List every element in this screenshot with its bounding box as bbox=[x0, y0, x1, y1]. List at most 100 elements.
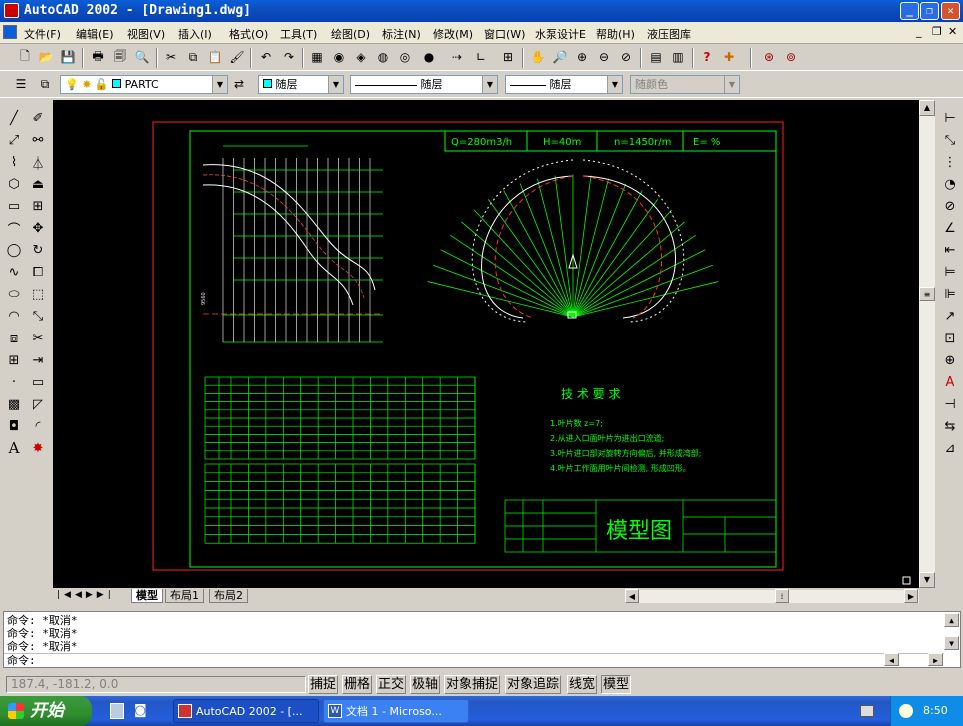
make-block-icon[interactable]: ⊞ bbox=[4, 350, 24, 370]
snap-toggle[interactable]: 捕捉 bbox=[308, 675, 339, 694]
help-icon[interactable]: ? bbox=[698, 48, 716, 66]
circle-icon[interactable]: ◯ bbox=[4, 240, 24, 260]
angular-dimension-icon[interactable]: ∠ bbox=[940, 218, 960, 238]
menu-edit[interactable]: 编辑(E) bbox=[76, 26, 114, 42]
menu-file[interactable]: 文件(F) bbox=[24, 26, 61, 42]
insert-block-icon[interactable]: ⧈ bbox=[4, 328, 24, 348]
color-dropdown[interactable]: 随层 ▼ bbox=[258, 75, 344, 94]
erase-icon[interactable]: ✐ bbox=[28, 108, 48, 128]
keyboard-tray-icon[interactable] bbox=[860, 705, 874, 717]
offset-icon[interactable]: ⏏ bbox=[28, 174, 48, 194]
show-desktop-icon[interactable] bbox=[110, 703, 124, 719]
menu-dimension[interactable]: 标注(N) bbox=[382, 26, 421, 42]
menu-hydraulic-library[interactable]: 液压图库 bbox=[647, 26, 691, 42]
taskbar-task-word[interactable]: W 文档 1 - Microso... bbox=[323, 699, 469, 723]
taskbar-task-autocad[interactable]: AutoCAD 2002 - [... bbox=[173, 699, 319, 723]
make-layer-current-icon[interactable]: ⧉ bbox=[36, 75, 54, 93]
dimension-update-icon[interactable]: ⇆ bbox=[940, 416, 960, 436]
ortho-toggle[interactable]: 正交 bbox=[376, 675, 407, 694]
hscroll-thumb[interactable]: ⁞ bbox=[775, 589, 789, 603]
osnap-toggle[interactable]: 对象捕捉 bbox=[444, 675, 501, 694]
move-icon[interactable]: ✥ bbox=[28, 218, 48, 238]
break-icon[interactable]: ▭ bbox=[28, 372, 48, 392]
publish-icon[interactable]: 🔍 bbox=[133, 48, 151, 66]
rotate-icon[interactable]: ↻ bbox=[28, 240, 48, 260]
design-center-icon[interactable]: ▤ bbox=[647, 48, 665, 66]
extend-icon[interactable]: ⇥ bbox=[28, 350, 48, 370]
cmd-hscroll-right-button[interactable]: ▶ bbox=[928, 653, 943, 666]
model-space-toggle[interactable]: 模型 bbox=[601, 675, 632, 694]
paste-icon[interactable]: 📋 bbox=[206, 48, 224, 66]
lengthen-icon[interactable]: ⤡ bbox=[28, 306, 48, 326]
baseline-dimension-icon[interactable]: ⊨ bbox=[940, 262, 960, 282]
tab-navigation-arrows[interactable]: |◀◀▶▶| bbox=[57, 590, 115, 600]
save-icon[interactable]: 💾 bbox=[59, 48, 77, 66]
aligned-dimension-icon[interactable]: ⤡ bbox=[940, 130, 960, 150]
tool-palette-icon[interactable]: ▥ bbox=[669, 48, 687, 66]
line-icon[interactable]: ╱ bbox=[4, 108, 24, 128]
doc-restore-button[interactable]: ❐ bbox=[932, 25, 942, 38]
menu-format[interactable]: 格式(O) bbox=[229, 26, 268, 42]
dimension-edit-icon[interactable]: A bbox=[940, 372, 960, 392]
plotstyle-dropdown[interactable]: 随颜色 ▼ bbox=[630, 75, 740, 94]
osnap-icon[interactable]: ◈ bbox=[352, 48, 370, 66]
print-preview-icon[interactable]: 🗐 bbox=[111, 48, 129, 66]
pan-icon[interactable]: ✋ bbox=[529, 48, 547, 66]
lineweight-toggle[interactable]: 线宽 bbox=[567, 675, 598, 694]
tab-layout1[interactable]: 布局1 bbox=[165, 589, 204, 603]
orbit-icon[interactable]: ⊛ bbox=[760, 48, 778, 66]
tab-layout2[interactable]: 布局2 bbox=[209, 589, 248, 603]
area-icon[interactable]: ◎ bbox=[396, 48, 414, 66]
menu-tools[interactable]: 工具(T) bbox=[280, 26, 317, 42]
document-icon[interactable] bbox=[3, 25, 17, 39]
open-file-icon[interactable]: 📂 bbox=[37, 48, 55, 66]
chamfer-icon[interactable]: ◸ bbox=[28, 394, 48, 414]
arc-icon[interactable]: ⌒ bbox=[4, 218, 24, 238]
volume-tray-icon[interactable] bbox=[899, 704, 913, 718]
grid-toggle[interactable]: 栅格 bbox=[342, 675, 373, 694]
scale-icon[interactable]: ⧠ bbox=[28, 262, 48, 282]
rectangle-icon[interactable]: ▭ bbox=[4, 196, 24, 216]
array-icon[interactable]: ⊞ bbox=[28, 196, 48, 216]
layer-manager-icon[interactable]: ☰ bbox=[12, 75, 30, 93]
zoom-extents-icon[interactable]: ⊘ bbox=[617, 48, 635, 66]
new-file-icon[interactable]: 🗋 bbox=[16, 48, 34, 66]
polyline-icon[interactable]: ⌇ bbox=[4, 152, 24, 172]
explode-icon[interactable]: ✸ bbox=[28, 438, 48, 458]
scroll-up-button[interactable]: ▲ bbox=[919, 100, 935, 116]
quick-dimension-icon[interactable]: ⇤ bbox=[940, 240, 960, 260]
cut-icon[interactable]: ✂ bbox=[162, 48, 180, 66]
list-icon[interactable]: ● bbox=[420, 48, 438, 66]
render-icon[interactable]: ⊚ bbox=[782, 48, 800, 66]
dimension-style-icon[interactable]: ⊿ bbox=[940, 438, 960, 458]
polar-toggle[interactable]: 极轴 bbox=[410, 675, 441, 694]
menu-pump-design[interactable]: 水泵设计E bbox=[535, 26, 586, 42]
quick-launch-icon[interactable]: ◙ bbox=[134, 703, 150, 719]
zoom-realtime-icon[interactable]: 🔎 bbox=[551, 48, 569, 66]
match-properties-icon[interactable]: 🖌 bbox=[228, 48, 246, 66]
minimize-button[interactable]: _ bbox=[900, 2, 919, 20]
lineweight-dropdown[interactable]: 随层 ▼ bbox=[505, 75, 623, 94]
layer-dropdown[interactable]: 💡 ✸ 🔓 PARTC ▼ bbox=[60, 75, 228, 94]
doc-close-button[interactable]: ✕ bbox=[948, 25, 957, 38]
fillet-icon[interactable]: ◜ bbox=[28, 416, 48, 436]
distance-icon[interactable]: ◍ bbox=[374, 48, 392, 66]
cmd-hscroll-left-button[interactable]: ◀ bbox=[884, 653, 899, 666]
trim-icon[interactable]: ✂ bbox=[28, 328, 48, 348]
multiline-text-icon[interactable]: A bbox=[4, 438, 24, 458]
ucs-icon[interactable]: ⇢ bbox=[448, 48, 466, 66]
properties-icon[interactable]: ⊞ bbox=[499, 48, 517, 66]
command-prompt[interactable]: 命令: bbox=[7, 654, 36, 667]
redo-icon[interactable]: ↷ bbox=[280, 48, 298, 66]
cmd-scroll-down-button[interactable]: ▼ bbox=[944, 636, 959, 650]
otrack-toggle[interactable]: 对象追踪 bbox=[505, 675, 562, 694]
hatch-icon[interactable]: ▩ bbox=[4, 394, 24, 414]
menu-window[interactable]: 窗口(W) bbox=[484, 26, 525, 42]
zoom-window-icon[interactable]: ⊕ bbox=[573, 48, 591, 66]
autocad-app-icon[interactable] bbox=[4, 3, 19, 18]
continue-dimension-icon[interactable]: ⊫ bbox=[940, 284, 960, 304]
dimension-text-edit-icon[interactable]: ⊣ bbox=[940, 394, 960, 414]
command-window[interactable]: 命令: *取消* 命令: *取消* 命令: *取消* 命令: ▲ ▼ ◀ ▶ bbox=[3, 611, 961, 668]
scroll-right-button[interactable]: ▶ bbox=[904, 589, 918, 603]
diameter-dimension-icon[interactable]: ⊘ bbox=[940, 196, 960, 216]
